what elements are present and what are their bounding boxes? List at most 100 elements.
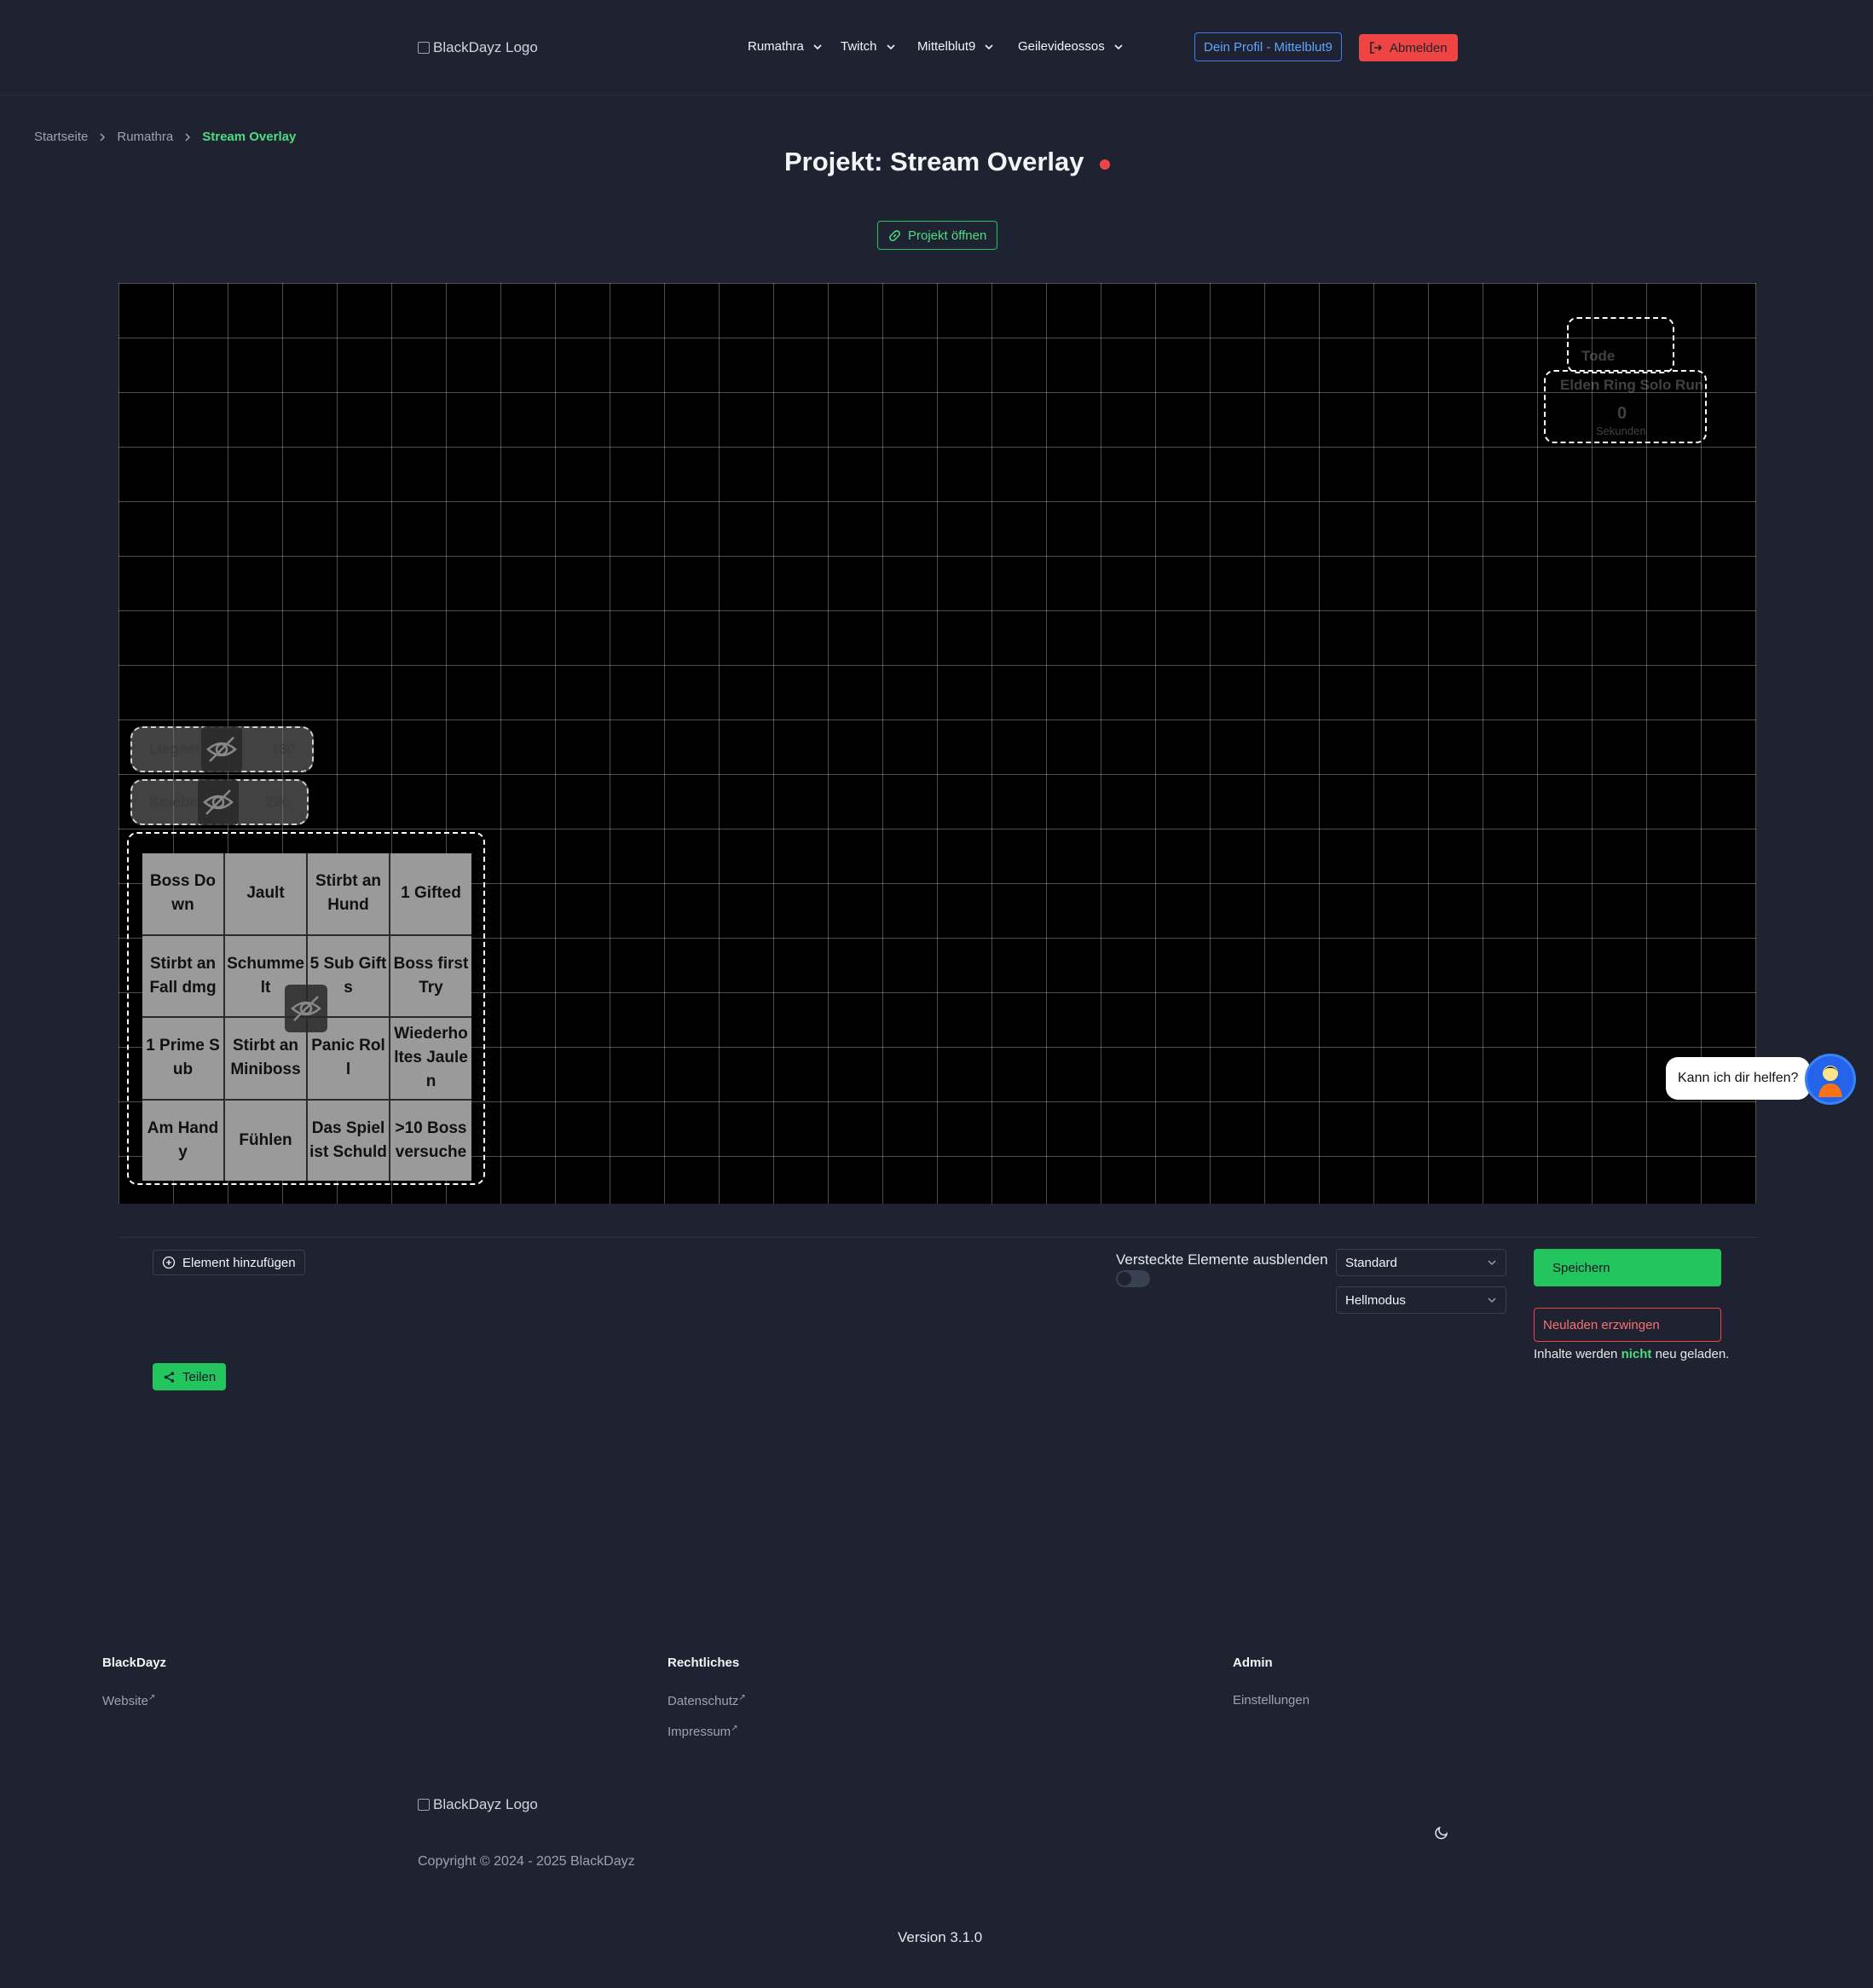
- nav-mittelblut9-dropdown[interactable]: Mittelblut9: [917, 39, 994, 54]
- chevron-down-icon: [1114, 43, 1123, 49]
- bingo-cell: Am Handy: [142, 1100, 223, 1181]
- overlay-canvas[interactable]: Tode Elden Ring Solo Run 0 Sekunden Lieg…: [119, 283, 1756, 1204]
- footer-heading-legal: Rechtliches: [668, 1656, 740, 1670]
- profile-button[interactable]: Dein Profil - Mittelblut9: [1194, 32, 1342, 61]
- chevron-down-icon: [1488, 1297, 1496, 1303]
- deaths-unit: Sekunden: [1596, 425, 1646, 437]
- share-button[interactable]: Teilen: [153, 1363, 227, 1390]
- stat-value: 296: [265, 794, 290, 810]
- footer-logo: BlackDayz Logo: [418, 1796, 538, 1813]
- broken-image-icon: [418, 42, 430, 54]
- nav-label: Geilevideossos: [1018, 39, 1105, 54]
- deaths-value: 0: [1617, 404, 1627, 423]
- save-label: Speichern: [1552, 1260, 1610, 1275]
- chevron-down-icon: [813, 43, 822, 49]
- stat-label: Liegest: [149, 741, 200, 757]
- deaths-title: Elden Ring Solo Run: [1560, 377, 1704, 393]
- bingo-cell: Jault: [225, 853, 306, 934]
- nav-twitch-dropdown[interactable]: Twitch: [841, 39, 896, 54]
- bingo-cell: Wiederholtes Jaulen: [390, 1018, 471, 1099]
- nav-label: Rumathra: [748, 39, 804, 54]
- share-icon: [164, 1371, 175, 1383]
- page-title: Projekt: Stream Overlay: [784, 147, 1084, 176]
- nav-rumathra-dropdown[interactable]: Rumathra: [748, 39, 823, 54]
- breadcrumb: Startseite Rumathra Stream Overlay: [34, 130, 296, 144]
- bingo-cell: Boss Down: [142, 853, 223, 934]
- open-project-label: Projekt öffnen: [908, 228, 987, 243]
- bingo-cell: Boss first Try: [390, 935, 471, 1016]
- chat-avatar[interactable]: [1805, 1054, 1856, 1105]
- logout-button[interactable]: Abmelden: [1359, 34, 1458, 61]
- chevron-down-icon: [1488, 1260, 1496, 1265]
- toggle-knob: [1118, 1272, 1131, 1286]
- hidden-overlay[interactable]: [285, 985, 327, 1032]
- stat-label: Kniebe: [149, 794, 198, 810]
- section-divider: [119, 1237, 1756, 1238]
- status-dot: [1099, 159, 1110, 170]
- plus-circle-icon: [162, 1256, 176, 1269]
- copyright: Copyright © 2024 - 2025 BlackDayz: [418, 1854, 635, 1869]
- bingo-cell: Stirbt an Hund: [308, 853, 389, 934]
- share-label: Teilen: [182, 1369, 217, 1384]
- reload-note-pre: Inhalte werden: [1534, 1347, 1618, 1361]
- assistant-avatar-icon: [1818, 1066, 1842, 1097]
- layout-select[interactable]: Standard: [1336, 1249, 1506, 1276]
- chevron-down-icon: [985, 43, 993, 49]
- top-navbar: BlackDayz Logo Rumathra Twitch Mittelblu…: [0, 0, 1873, 95]
- footer-link-label: Datenschutz: [668, 1694, 739, 1708]
- eye-off-icon: [203, 789, 234, 815]
- page-title-row: Projekt: Stream Overlay: [784, 147, 1110, 177]
- footer-heading-admin: Admin: [1233, 1656, 1273, 1670]
- site-logo[interactable]: BlackDayz Logo: [418, 39, 538, 56]
- breadcrumb-rumathra[interactable]: Rumathra: [117, 130, 173, 144]
- nav-label: Mittelblut9: [917, 39, 976, 54]
- dark-mode-toggle[interactable]: [1434, 1825, 1449, 1845]
- theme-select-value: Hellmodus: [1345, 1292, 1406, 1308]
- footer-logo-alt-text: BlackDayz Logo: [433, 1796, 538, 1812]
- breadcrumb-startseite[interactable]: Startseite: [34, 130, 88, 144]
- footer-link-website[interactable]: Website↗: [102, 1693, 155, 1708]
- nav-label: Twitch: [841, 39, 877, 54]
- open-project-button[interactable]: Projekt öffnen: [877, 221, 998, 250]
- hide-hidden-label: Versteckte Elemente ausblenden: [1116, 1251, 1328, 1268]
- bingo-cell: Das Spiel ist Schuld: [308, 1100, 389, 1181]
- stat-value: 130: [270, 741, 295, 757]
- eye-off-icon: [206, 737, 237, 762]
- reload-note: Inhalte werden nicht neu geladen.: [1534, 1347, 1729, 1361]
- deaths-label-box[interactable]: [1567, 317, 1674, 373]
- footer-link-label: Impressum: [668, 1725, 731, 1739]
- hide-hidden-toggle[interactable]: [1116, 1270, 1150, 1287]
- external-link-icon: ↗: [147, 1693, 156, 1702]
- logout-icon: [1370, 42, 1383, 54]
- broken-image-icon: [418, 1799, 430, 1811]
- logo-alt-text: BlackDayz Logo: [433, 39, 538, 55]
- hidden-overlay[interactable]: [201, 726, 242, 772]
- save-button[interactable]: Speichern: [1534, 1249, 1721, 1286]
- deaths-label: Tode: [1581, 348, 1616, 364]
- footer-heading-blackdayz: BlackDayz: [102, 1656, 167, 1670]
- reload-note-post: neu geladen.: [1655, 1347, 1730, 1361]
- chat-helper-bubble[interactable]: Kann ich dir helfen?: [1666, 1057, 1811, 1100]
- footer-link-settings[interactable]: Einstellungen: [1233, 1693, 1309, 1708]
- bingo-cell: 1 Gifted: [390, 853, 471, 934]
- footer-link-privacy[interactable]: Datenschutz↗: [668, 1693, 746, 1708]
- moon-icon: [1435, 1826, 1448, 1840]
- theme-select[interactable]: Hellmodus: [1336, 1286, 1506, 1314]
- footer-link-label: Website: [102, 1694, 148, 1708]
- chevron-down-icon: [886, 43, 895, 49]
- force-reload-label: Neuladen erzwingen: [1543, 1317, 1660, 1332]
- hidden-overlay[interactable]: [198, 779, 239, 825]
- version-text: Version 3.1.0: [898, 1929, 983, 1945]
- add-element-button[interactable]: Element hinzufügen: [153, 1250, 305, 1275]
- chevron-right-icon: [100, 132, 106, 142]
- eye-off-icon: [291, 996, 321, 1021]
- reload-note-emphasis: nicht: [1621, 1347, 1652, 1361]
- footer-link-imprint[interactable]: Impressum↗: [668, 1724, 738, 1739]
- nav-geilevideossos-dropdown[interactable]: Geilevideossos: [1018, 39, 1124, 54]
- bingo-cell: Fühlen: [225, 1100, 306, 1181]
- footer-link-label: Einstellungen: [1233, 1693, 1310, 1708]
- chat-bubble-text: Kann ich dir helfen?: [1678, 1071, 1799, 1085]
- bingo-cell: Stirbt an Fall dmg: [142, 935, 223, 1016]
- link-icon: [889, 229, 900, 241]
- force-reload-button[interactable]: Neuladen erzwingen: [1534, 1308, 1721, 1342]
